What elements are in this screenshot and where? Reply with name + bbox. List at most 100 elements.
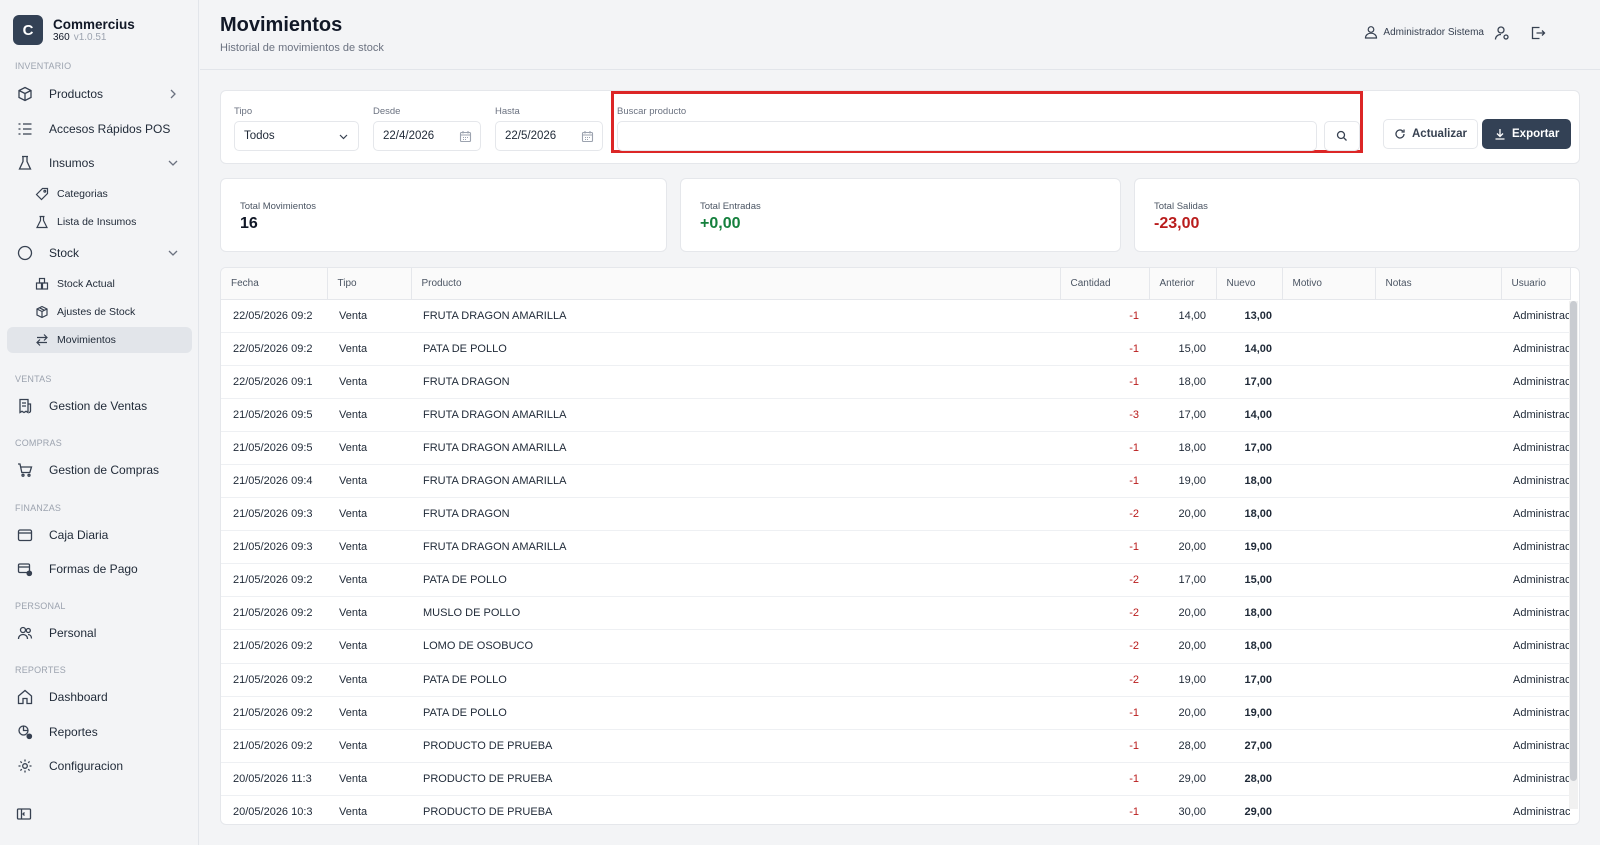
sidebar-item-stock[interactable]: Stock bbox=[7, 239, 192, 267]
table-cell: -1 bbox=[1060, 299, 1149, 333]
sidebar-item-productos[interactable]: Productos bbox=[7, 80, 192, 108]
sidebar-item-lista-insumos[interactable]: Lista de Insumos bbox=[7, 209, 192, 235]
flask-icon bbox=[34, 214, 50, 230]
table-cell: Venta bbox=[327, 464, 411, 499]
sidebar-item-configuracion[interactable]: Configuracion bbox=[7, 752, 192, 780]
column-header[interactable]: Cantidad bbox=[1060, 268, 1150, 300]
search-input[interactable] bbox=[617, 121, 1317, 151]
sidebar-item-stock-actual[interactable]: Stock Actual bbox=[7, 271, 192, 297]
table-cell: 28,00 bbox=[1216, 762, 1282, 796]
table-cell: Venta bbox=[327, 596, 411, 631]
table-cell bbox=[1282, 398, 1375, 432]
table-cell: 18,00 bbox=[1216, 497, 1282, 532]
sidebar-item-formas-pago[interactable]: Formas de Pago bbox=[7, 555, 192, 583]
table-cell bbox=[1375, 563, 1501, 598]
sidebar-item-label: Accesos Rápidos POS bbox=[49, 122, 171, 136]
table-row[interactable]: 21/05/2026 09:5 Venta FRUTA DRAGON AMARILL… bbox=[221, 431, 1570, 465]
table-row[interactable]: 21/05/2026 09:3 Venta FRUTA DRAGON AMARILL… bbox=[221, 530, 1570, 565]
tipo-select[interactable]: Todos bbox=[234, 121, 359, 151]
table-row[interactable]: 21/05/2026 09:2 Venta PATA DE POLLO -2 17,00… bbox=[221, 563, 1570, 598]
table-cell bbox=[1375, 795, 1501, 824]
table-cell bbox=[1282, 696, 1375, 730]
sidebar-item-label: Productos bbox=[49, 87, 104, 101]
column-header[interactable]: Notas bbox=[1375, 268, 1502, 300]
table-cell: Venta bbox=[327, 563, 411, 598]
table-row[interactable]: 22/05/2026 09:2 Venta FRUTA DRAGON AMARILL… bbox=[221, 299, 1570, 333]
table-row[interactable]: 21/05/2026 09:2 Venta PRODUCTO DE PRUEBA -1… bbox=[221, 729, 1570, 763]
brand[interactable]: C Commercius 360 v1.0.51 bbox=[13, 15, 135, 45]
column-header[interactable]: Anterior bbox=[1149, 268, 1217, 300]
table-cell: -1 bbox=[1060, 762, 1149, 796]
table-row[interactable]: 22/05/2026 09:2 Venta PATA DE POLLO -1 15,00… bbox=[221, 332, 1570, 366]
sidebar-item-label: Ajustes de Stock bbox=[57, 306, 136, 318]
table-scrollbar[interactable] bbox=[1569, 301, 1578, 809]
sidebar-item-dashboard[interactable]: Dashboard bbox=[7, 683, 192, 711]
sidebar-item-caja-diaria[interactable]: Caja Diaria bbox=[7, 521, 192, 549]
sidebar-collapse-icon[interactable] bbox=[16, 806, 32, 822]
table-cell: Administrac bbox=[1501, 629, 1570, 664]
table-cell: FRUTA DRAGON AMARILLA bbox=[411, 431, 1060, 465]
table-cell: -1 bbox=[1060, 365, 1149, 399]
sidebar-item-reportes[interactable]: Reportes bbox=[7, 718, 192, 746]
sidebar-item-label: Reportes bbox=[49, 725, 98, 739]
table-row[interactable]: 21/05/2026 09:3 Venta FRUTA DRAGON -2 20,00 1… bbox=[221, 497, 1570, 532]
column-header[interactable]: Fecha bbox=[221, 268, 328, 300]
export-button[interactable]: Exportar bbox=[1482, 119, 1572, 149]
sidebar-item-accesos[interactable]: Accesos Rápidos POS bbox=[7, 115, 192, 143]
refresh-button[interactable]: Actualizar bbox=[1383, 119, 1478, 149]
sidebar-item-insumos[interactable]: Insumos bbox=[7, 149, 192, 177]
hasta-date-input[interactable]: 22/5/2026 bbox=[495, 121, 603, 151]
search-button[interactable] bbox=[1324, 121, 1360, 151]
table-row[interactable]: 21/05/2026 09:2 Venta LOMO DE OSOBUCO -2 20,… bbox=[221, 629, 1570, 664]
calendar-icon[interactable] bbox=[459, 130, 472, 143]
table-cell: 17,00 bbox=[1149, 398, 1216, 432]
column-header[interactable]: Tipo bbox=[327, 268, 412, 300]
table-cell: FRUTA DRAGON AMARILLA bbox=[411, 464, 1060, 499]
column-header[interactable]: Producto bbox=[411, 268, 1061, 300]
table-row[interactable]: 21/05/2026 09:4 Venta FRUTA DRAGON AMARILL… bbox=[221, 464, 1570, 499]
table-row[interactable]: 21/05/2026 09:2 Venta PATA DE POLLO -2 19,00… bbox=[221, 663, 1570, 697]
scroll-thumb[interactable] bbox=[1570, 301, 1577, 781]
table-row[interactable]: 20/05/2026 11:3 Venta PRODUCTO DE PRUEBA -1… bbox=[221, 762, 1570, 796]
table-row[interactable]: 20/05/2026 10:3 Venta PRODUCTO DE PRUEBA -1… bbox=[221, 795, 1570, 824]
sidebar-item-gestion-compras[interactable]: Gestion de Compras bbox=[7, 456, 192, 484]
sidebar-item-movimientos[interactable]: Movimientos bbox=[7, 327, 192, 353]
table-cell: 21/05/2026 09:2 bbox=[221, 696, 327, 730]
desde-date-input[interactable]: 22/4/2026 bbox=[373, 121, 481, 151]
user-menu[interactable]: Administrador Sistema bbox=[1364, 25, 1484, 39]
column-header[interactable]: Motivo bbox=[1282, 268, 1376, 300]
chevron-down-icon bbox=[337, 130, 350, 143]
sidebar-item-ajustes[interactable]: Ajustes de Stock bbox=[7, 299, 192, 325]
section-inventario: INVENTARIO bbox=[15, 61, 72, 71]
table-cell: FRUTA DRAGON AMARILLA bbox=[411, 299, 1060, 333]
table-cell: 21/05/2026 09:2 bbox=[221, 729, 327, 763]
logout-icon[interactable] bbox=[1530, 25, 1546, 41]
stat-value: 16 bbox=[240, 215, 258, 232]
table-cell: Venta bbox=[327, 299, 411, 333]
table-cell: Administrac bbox=[1501, 563, 1570, 598]
table-cell: PRODUCTO DE PRUEBA bbox=[411, 762, 1060, 796]
table-row[interactable]: 21/05/2026 09:5 Venta FRUTA DRAGON AMARILL… bbox=[221, 398, 1570, 432]
sidebar-item-gestion-ventas[interactable]: Gestion de Ventas bbox=[7, 392, 192, 420]
table-cell bbox=[1282, 530, 1375, 565]
export-label: Exportar bbox=[1512, 128, 1560, 140]
table-row[interactable]: 21/05/2026 09:2 Venta MUSLO DE POLLO -2 20,0… bbox=[221, 596, 1570, 631]
sidebar-item-categorias[interactable]: Categorias bbox=[7, 181, 192, 207]
user-settings-icon[interactable] bbox=[1494, 25, 1510, 41]
column-header[interactable]: Usuario bbox=[1501, 268, 1571, 300]
table-row[interactable]: 22/05/2026 09:1 Venta FRUTA DRAGON -1 18,00 1… bbox=[221, 365, 1570, 399]
table-cell: 22/05/2026 09:1 bbox=[221, 365, 327, 399]
table-cell: 21/05/2026 09:5 bbox=[221, 431, 327, 465]
sidebar-item-personal[interactable]: Personal bbox=[7, 619, 192, 647]
sidebar-item-label: Gestion de Compras bbox=[49, 463, 160, 477]
column-header[interactable]: Nuevo bbox=[1216, 268, 1283, 300]
stat-value: +0,00 bbox=[700, 215, 741, 232]
calendar-icon[interactable] bbox=[581, 130, 594, 143]
table-cell: LOMO DE OSOBUCO bbox=[411, 629, 1060, 664]
table-cell: 20,00 bbox=[1149, 530, 1216, 565]
table-row[interactable]: 21/05/2026 09:2 Venta PATA DE POLLO -1 20,00… bbox=[221, 696, 1570, 730]
table-cell: 21/05/2026 09:2 bbox=[221, 563, 327, 598]
report-icon bbox=[16, 723, 34, 741]
table-cell bbox=[1282, 299, 1375, 333]
desde-label: Desde bbox=[373, 106, 401, 117]
